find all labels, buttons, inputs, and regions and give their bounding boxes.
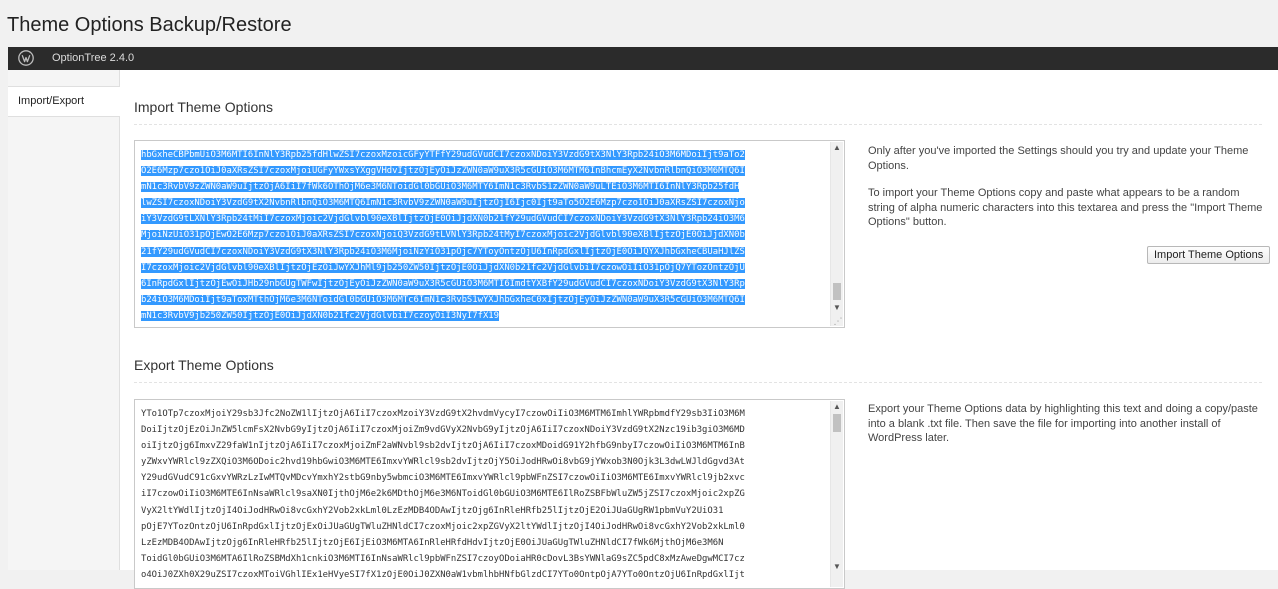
textarea-line: YTo1OTp7czoxMjoiY29sb3Jfc2NoZW1lIjtzOjA6… <box>141 409 745 419</box>
export-scroll-thumb[interactable] <box>833 414 841 432</box>
scroll-down-icon[interactable]: ▼ <box>831 561 843 573</box>
export-textarea[interactable]: YTo1OTp7czoxMjoiY29sb3Jfc2NoZW1lIjtzOjA6… <box>134 399 845 589</box>
import-scroll-thumb[interactable] <box>833 283 841 300</box>
export-description: Export your Theme Options data by highli… <box>868 402 1266 459</box>
textarea-line: lwZSI7czoxNDoiY3VzdG9tX2NvbnRlbnQiO3M6MT… <box>141 198 745 209</box>
textarea-line: iY3VzdG9tLXNlY3Rpb24tMiI7czoxMjoic2VjdGl… <box>141 214 745 225</box>
textarea-line: iI7czowOiIiO3M6MTE6InNsaWRlcl9saXN0IjthO… <box>141 489 745 500</box>
textarea-line: Y29udGVudC91cGxvYWRzLzIwMTQvMDcvYmxhY2st… <box>141 473 745 484</box>
export-scrollbar[interactable]: ▲ ▼ <box>830 401 843 587</box>
textarea-line: yZWxvYWRlcl9zZXQiO3M6ODoic2hvd19hbGwiO3M… <box>141 457 745 468</box>
resize-grip-icon[interactable]: ⋰ <box>833 316 843 326</box>
textarea-line: I7czoxMjoic2VjdGlvbl90eXBlIjtzOjEzOiJwYX… <box>141 262 745 273</box>
textarea-line: MjoiNzUiO31pOjEwO2E6Mzp7czo1OiJ0aXRsZSI7… <box>141 230 745 241</box>
optiontree-version: OptionTree 2.4.0 <box>52 52 135 64</box>
export-section-title: Export Theme Options <box>134 357 274 373</box>
options-panel: Import/Export Import Theme Options hbGxh… <box>8 70 1278 589</box>
scroll-down-icon[interactable]: ▼ <box>831 302 843 314</box>
textarea-line: oiIjtzOjg6ImxvZ29faW1nIjtzOjA6IiI7czoxMj… <box>141 441 745 452</box>
import-description: Only after you've imported the Settings … <box>868 144 1266 243</box>
import-scrollbar[interactable]: ▲ ▼ <box>830 142 843 326</box>
textarea-line: 21fY29udGVudCI7czoxNDoiY3VzdG9tX3NlY3Rpb… <box>141 246 745 257</box>
optiontree-header: OptionTree 2.4.0 <box>8 47 1278 70</box>
import-description-line: Only after you've imported the Settings … <box>868 145 1249 172</box>
export-textarea-text: YTo1OTp7czoxMjoiY29sb3Jfc2NoZW1lIjtzOjA6… <box>141 406 823 583</box>
page-title: Theme Options Backup/Restore <box>7 14 292 36</box>
tab-import-export[interactable]: Import/Export <box>8 87 120 117</box>
import-description-line: To import your Theme Options copy and pa… <box>868 187 1263 228</box>
textarea-line: VyX2ltYWdlIjtzOjI4OiJodHRwOi8vcGxhY2Vob2… <box>141 505 724 516</box>
textarea-line: mN1c3RvbV9zZWN0aW9uIjtzOjA6IiI7fWk6OThOj… <box>141 182 740 193</box>
scroll-up-icon[interactable]: ▲ <box>831 142 843 154</box>
import-textarea[interactable]: hbGxheCBPbmUiO3M6MTI6InNlY3Rpb25fdHlwZSI… <box>134 140 845 328</box>
textarea-line: o4OiJ0ZXh0X29uZSI7czoxMToiVGhlIEx1eHVyeS… <box>141 569 745 580</box>
export-description-text: Export your Theme Options data by highli… <box>868 403 1258 444</box>
section-divider <box>134 382 1262 383</box>
wordpress-logo-icon <box>18 50 34 66</box>
textarea-line: LzEzMDB4ODAwIjtzOjg6InRleHRfb25lIjtzOjE6… <box>141 537 724 548</box>
import-theme-options-button[interactable]: Import Theme Options <box>1147 246 1271 264</box>
scroll-up-icon[interactable]: ▲ <box>831 401 843 413</box>
tab-content: Import Theme Options hbGxheCBPbmUiO3M6MT… <box>120 70 1278 589</box>
textarea-line: mN1c3RvbV9jb250ZW50IjtzOjE0OiJjdXN0b21fc… <box>141 310 499 321</box>
import-textarea-text: hbGxheCBPbmUiO3M6MTI6InNlY3Rpb25fdHlwZSI… <box>141 147 823 324</box>
textarea-line: ToidGl0bGUiO3M6MTA6IlRoZSBMdXh1cnkiO3M6M… <box>141 553 745 564</box>
textarea-line: O2E6Mzp7czo1OiJ0aXRsZSI7czoxMjoiUGFyYWxs… <box>141 166 745 177</box>
textarea-line: pOjE7YTozOntzOjU6InRpdGxlIjtzOjExOiJUaGU… <box>141 521 745 532</box>
section-divider <box>134 124 1262 125</box>
textarea-line: DoiIjtzOjEzOiJnZW5lcmFsX2NvbG9yIjtzOjA6I… <box>141 425 745 436</box>
import-section-title: Import Theme Options <box>134 99 274 115</box>
textarea-line: 6InRpdGxlIjtzOjEwOiJHb29nbGUgTWFwIjtzOjE… <box>141 278 745 289</box>
tab-sidebar: Import/Export <box>8 70 120 570</box>
textarea-line: b24iO3M6MDoiIjt9aToxMTthOjM6e3M6NToidGl0… <box>141 294 745 305</box>
textarea-line: hbGxheCBPbmUiO3M6MTI6InNlY3Rpb25fdHlwZSI… <box>141 150 745 160</box>
